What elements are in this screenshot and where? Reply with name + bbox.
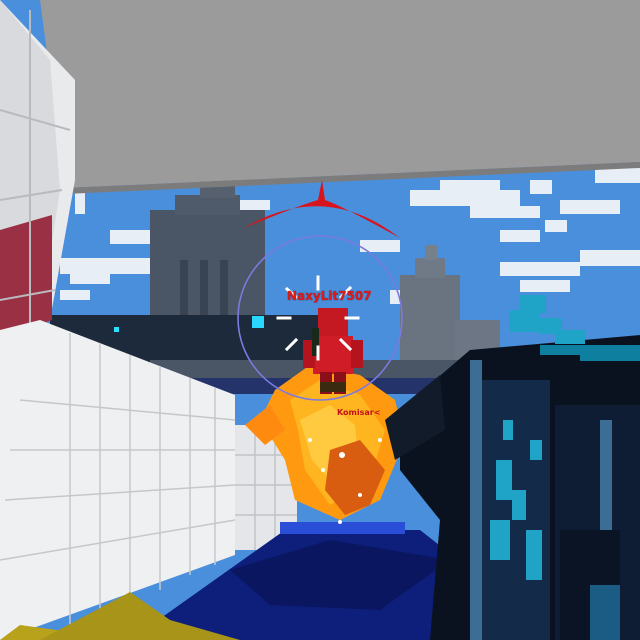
wall-light — [252, 316, 264, 328]
blue-step — [280, 522, 405, 534]
ceiling — [0, 0, 640, 188]
enemy-nameplate-2: Komisar< — [337, 408, 381, 417]
scene-render — [0, 0, 640, 640]
game-viewport[interactable]: NaxyLit7507 Komisar< — [0, 0, 640, 640]
wall-light — [114, 327, 119, 332]
enemy-nameplate: NaxyLit7507 — [287, 289, 372, 303]
